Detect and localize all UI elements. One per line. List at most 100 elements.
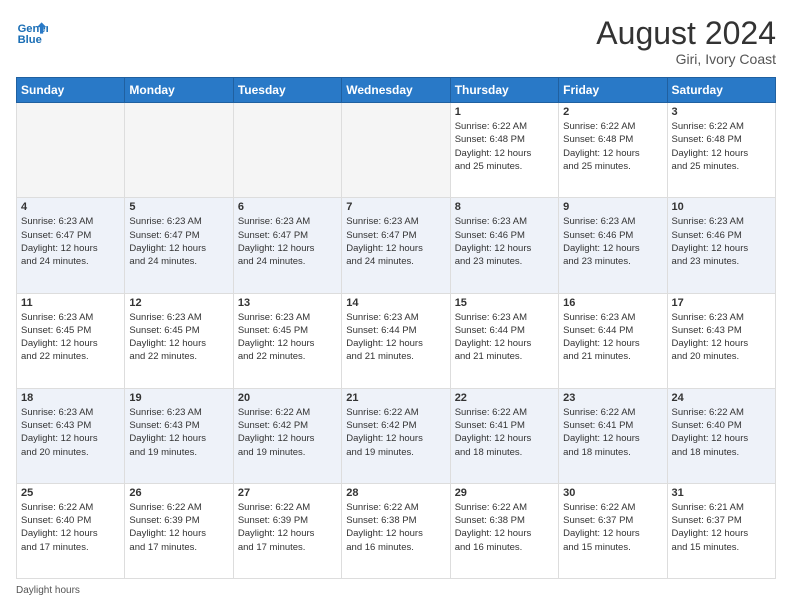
day-info: Sunrise: 6:23 AM Sunset: 6:46 PM Dayligh… — [672, 215, 771, 268]
day-number: 26 — [129, 487, 228, 499]
day-info: Sunrise: 6:23 AM Sunset: 6:44 PM Dayligh… — [455, 311, 554, 364]
day-info: Sunrise: 6:22 AM Sunset: 6:40 PM Dayligh… — [672, 406, 771, 459]
day-number: 12 — [129, 297, 228, 309]
day-number: 8 — [455, 201, 554, 213]
day-number: 15 — [455, 297, 554, 309]
day-info: Sunrise: 6:22 AM Sunset: 6:48 PM Dayligh… — [563, 120, 662, 173]
calendar-week-row: 4 Sunrise: 6:23 AM Sunset: 6:47 PM Daylig… — [17, 198, 776, 293]
calendar-header-wednesday: Wednesday — [342, 78, 450, 103]
day-number: 29 — [455, 487, 554, 499]
calendar-cell: 4Sunrise: 6:23 AM Sunset: 6:47 PM Daylig… — [17, 198, 125, 293]
day-number: 28 — [346, 487, 445, 499]
calendar-header-thursday: Thursday — [450, 78, 558, 103]
calendar-cell: 9 Sunrise: 6:23 AM Sunset: 6:46 PM Daylig… — [559, 198, 667, 293]
calendar-cell: 10 Sunrise: 6:23 AM Sunset: 6:46 PM Dayli… — [667, 198, 775, 293]
calendar-cell: 1 Sunrise: 6:22 AM Sunset: 6:48 PM Daylig… — [450, 103, 558, 198]
day-info: Sunrise: 6:22 AM Sunset: 6:41 PM Dayligh… — [563, 406, 662, 459]
calendar-cell: 8 Sunrise: 6:23 AM Sunset: 6:46 PM Daylig… — [450, 198, 558, 293]
calendar-cell: 2Sunrise: 6:22 AM Sunset: 6:48 PM Daylig… — [559, 103, 667, 198]
day-number: 5 — [129, 201, 228, 213]
calendar-week-row: 11Sunrise: 6:23 AM Sunset: 6:45 PM Dayli… — [17, 293, 776, 388]
day-info: Sunrise: 6:23 AM Sunset: 6:47 PM Dayligh… — [346, 215, 445, 268]
day-number: 19 — [129, 392, 228, 404]
calendar-week-row: 25 Sunrise: 6:22 AM Sunset: 6:40 PM Dayli… — [17, 483, 776, 578]
day-number: 24 — [672, 392, 771, 404]
calendar-cell — [342, 103, 450, 198]
calendar-cell: 31 Sunrise: 6:21 AM Sunset: 6:37 PM Dayli… — [667, 483, 775, 578]
day-info: Sunrise: 6:22 AM Sunset: 6:40 PM Dayligh… — [21, 501, 120, 554]
day-info: Sunrise: 6:23 AM Sunset: 6:45 PM Dayligh… — [21, 311, 120, 364]
day-info: Sunrise: 6:23 AM Sunset: 6:46 PM Dayligh… — [563, 215, 662, 268]
day-info: Sunrise: 6:22 AM Sunset: 6:48 PM Dayligh… — [672, 120, 771, 173]
day-info: Sunrise: 6:23 AM Sunset: 6:47 PM Dayligh… — [238, 215, 337, 268]
day-number: 7 — [346, 201, 445, 213]
calendar-cell: 26 Sunrise: 6:22 AM Sunset: 6:39 PM Dayli… — [125, 483, 233, 578]
day-number: 1 — [455, 106, 554, 118]
calendar-week-row: 1 Sunrise: 6:22 AM Sunset: 6:48 PM Daylig… — [17, 103, 776, 198]
day-info: Sunrise: 6:22 AM Sunset: 6:42 PM Dayligh… — [346, 406, 445, 459]
calendar-cell: 25 Sunrise: 6:22 AM Sunset: 6:40 PM Dayli… — [17, 483, 125, 578]
svg-text:Blue: Blue — [18, 34, 42, 46]
day-number: 3 — [672, 106, 771, 118]
day-info: Sunrise: 6:23 AM Sunset: 6:43 PM Dayligh… — [129, 406, 228, 459]
calendar-cell: 20Sunrise: 6:22 AM Sunset: 6:42 PM Dayli… — [233, 388, 341, 483]
calendar-cell: 21 Sunrise: 6:22 AM Sunset: 6:42 PM Dayli… — [342, 388, 450, 483]
calendar-cell: 13 Sunrise: 6:23 AM Sunset: 6:45 PM Dayli… — [233, 293, 341, 388]
day-info: Sunrise: 6:22 AM Sunset: 6:39 PM Dayligh… — [238, 501, 337, 554]
calendar-cell: 24 Sunrise: 6:22 AM Sunset: 6:40 PM Dayli… — [667, 388, 775, 483]
calendar-cell: 15 Sunrise: 6:23 AM Sunset: 6:44 PM Dayli… — [450, 293, 558, 388]
calendar-cell: 28 Sunrise: 6:22 AM Sunset: 6:38 PM Dayli… — [342, 483, 450, 578]
calendar-cell: 27 Sunrise: 6:22 AM Sunset: 6:39 PM Dayli… — [233, 483, 341, 578]
calendar-cell: 29 Sunrise: 6:22 AM Sunset: 6:38 PM Dayli… — [450, 483, 558, 578]
day-number: 16 — [563, 297, 662, 309]
calendar-cell: 30Sunrise: 6:22 AM Sunset: 6:37 PM Dayli… — [559, 483, 667, 578]
logo: General Blue — [16, 16, 48, 48]
day-number: 17 — [672, 297, 771, 309]
day-number: 4 — [21, 201, 120, 213]
day-number: 14 — [346, 297, 445, 309]
day-info: Sunrise: 6:22 AM Sunset: 6:37 PM Dayligh… — [563, 501, 662, 554]
day-number: 10 — [672, 201, 771, 213]
calendar-cell — [233, 103, 341, 198]
day-info: Sunrise: 6:22 AM Sunset: 6:48 PM Dayligh… — [455, 120, 554, 173]
calendar-header-friday: Friday — [559, 78, 667, 103]
daylight-label: Daylight hours — [16, 585, 80, 596]
day-info: Sunrise: 6:23 AM Sunset: 6:45 PM Dayligh… — [129, 311, 228, 364]
day-info: Sunrise: 6:22 AM Sunset: 6:38 PM Dayligh… — [346, 501, 445, 554]
calendar-cell: 14 Sunrise: 6:23 AM Sunset: 6:44 PM Dayli… — [342, 293, 450, 388]
day-info: Sunrise: 6:23 AM Sunset: 6:46 PM Dayligh… — [455, 215, 554, 268]
day-info: Sunrise: 6:22 AM Sunset: 6:42 PM Dayligh… — [238, 406, 337, 459]
day-info: Sunrise: 6:23 AM Sunset: 6:44 PM Dayligh… — [346, 311, 445, 364]
day-info: Sunrise: 6:21 AM Sunset: 6:37 PM Dayligh… — [672, 501, 771, 554]
day-info: Sunrise: 6:23 AM Sunset: 6:45 PM Dayligh… — [238, 311, 337, 364]
page: General Blue August 2024 Giri, Ivory Coa… — [0, 0, 792, 612]
title-block: August 2024 Giri, Ivory Coast — [596, 16, 776, 67]
calendar-week-row: 18 Sunrise: 6:23 AM Sunset: 6:43 PM Dayli… — [17, 388, 776, 483]
day-number: 27 — [238, 487, 337, 499]
footer: Daylight hours — [16, 585, 776, 596]
calendar-cell — [17, 103, 125, 198]
calendar-header-saturday: Saturday — [667, 78, 775, 103]
day-number: 13 — [238, 297, 337, 309]
calendar-cell: 22Sunrise: 6:22 AM Sunset: 6:41 PM Dayli… — [450, 388, 558, 483]
day-info: Sunrise: 6:23 AM Sunset: 6:43 PM Dayligh… — [21, 406, 120, 459]
day-info: Sunrise: 6:22 AM Sunset: 6:38 PM Dayligh… — [455, 501, 554, 554]
logo-icon: General Blue — [16, 16, 48, 48]
day-number: 25 — [21, 487, 120, 499]
day-info: Sunrise: 6:23 AM Sunset: 6:43 PM Dayligh… — [672, 311, 771, 364]
day-number: 21 — [346, 392, 445, 404]
day-info: Sunrise: 6:22 AM Sunset: 6:39 PM Dayligh… — [129, 501, 228, 554]
day-number: 18 — [21, 392, 120, 404]
day-number: 9 — [563, 201, 662, 213]
location: Giri, Ivory Coast — [596, 51, 776, 67]
day-number: 23 — [563, 392, 662, 404]
day-number: 31 — [672, 487, 771, 499]
calendar-header-sunday: Sunday — [17, 78, 125, 103]
month-year: August 2024 — [596, 16, 776, 51]
calendar-header-tuesday: Tuesday — [233, 78, 341, 103]
calendar-cell: 5Sunrise: 6:23 AM Sunset: 6:47 PM Daylig… — [125, 198, 233, 293]
header: General Blue August 2024 Giri, Ivory Coa… — [16, 16, 776, 67]
calendar-cell: 18 Sunrise: 6:23 AM Sunset: 6:43 PM Dayli… — [17, 388, 125, 483]
calendar-cell: 19 Sunrise: 6:23 AM Sunset: 6:43 PM Dayli… — [125, 388, 233, 483]
day-info: Sunrise: 6:23 AM Sunset: 6:44 PM Dayligh… — [563, 311, 662, 364]
